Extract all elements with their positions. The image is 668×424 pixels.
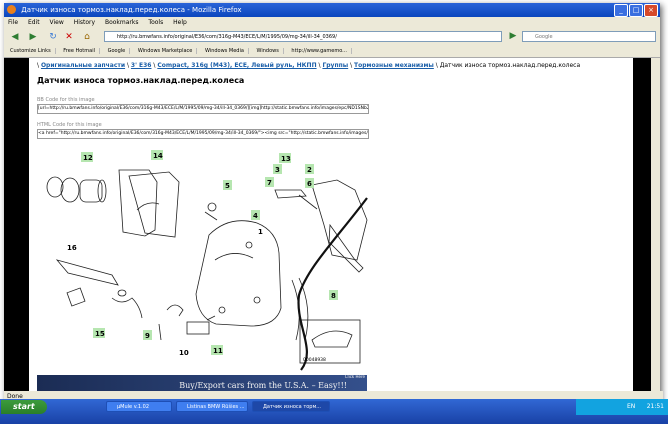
system-tray: EN 21:51	[576, 399, 668, 415]
part-label: 5	[225, 182, 230, 190]
part-label: 14	[153, 152, 163, 160]
part-label: 9	[145, 332, 150, 340]
page-scrollbar[interactable]	[651, 58, 660, 391]
url-input[interactable]: http://ru.bmwfans.info/original/E36/com/…	[104, 31, 502, 42]
breadcrumb-link[interactable]: Группы	[322, 62, 348, 69]
bookmark-item[interactable]: Windows Marketplace	[137, 48, 198, 54]
menu-help[interactable]: Help	[173, 19, 187, 26]
clock: 21:51	[646, 403, 664, 410]
window-title: Датчик износа тормоз.наклад.перед.колеса…	[21, 6, 242, 14]
bookmarks-toolbar: Customize Links Free Hotmail Google Wind…	[4, 46, 660, 58]
breadcrumb: \ Оригинальные запчасти \ 3' E36 \ Compa…	[37, 62, 581, 69]
part-label: 16	[67, 244, 77, 252]
bookmark-item[interactable]: Windows Media	[204, 48, 249, 54]
breadcrumb-link[interactable]: Тормозные механизмы	[354, 62, 434, 69]
reload-icon[interactable]: ↻	[46, 30, 60, 44]
html-code-field[interactable]: <a href="http://ru.bmwfans.info/original…	[37, 129, 369, 139]
part-label: 6	[307, 180, 312, 188]
html-code-label: HTML Code for this image	[37, 122, 102, 128]
bookmark-item[interactable]: Windows	[256, 48, 284, 54]
forward-icon[interactable]: ▶	[26, 30, 40, 44]
bookmark-item[interactable]: Free Hotmail	[63, 48, 100, 54]
part-label: 7	[267, 179, 272, 187]
home-icon[interactable]: ⌂	[80, 30, 94, 44]
menu-bookmarks[interactable]: Bookmarks	[105, 19, 139, 26]
task-firefox[interactable]: Датчик износа торм...	[252, 401, 330, 412]
go-icon[interactable]: ▶	[506, 29, 520, 43]
breadcrumb-link[interactable]: Compact, 316g (M43), ECE, Левый руль, НК…	[157, 62, 316, 69]
browser-window: Датчик износа тормоз.наклад.перед.колеса…	[4, 3, 663, 413]
task-listinas[interactable]: Listinas BMW Rūšies ...	[176, 401, 248, 412]
bookmark-item[interactable]: Google	[107, 48, 131, 54]
breadcrumb-link[interactable]: Оригинальные запчасти	[41, 62, 125, 69]
part-label: 4	[253, 212, 258, 220]
page-viewport: \ Оригинальные запчасти \ 3' E36 \ Compa…	[4, 58, 660, 391]
bookmark-item[interactable]: Customize Links	[10, 48, 56, 54]
search-input[interactable]: Google	[522, 31, 656, 42]
ad-banner[interactable]: Click Here Buy/Export cars from the U.S.…	[37, 374, 367, 391]
banner-text: Buy/Export cars from the U.S.A. – Easy!!…	[179, 381, 347, 390]
part-label: 13	[281, 155, 291, 163]
start-button[interactable]: start	[1, 400, 47, 414]
menu-file[interactable]: File	[8, 19, 18, 26]
part-label: 1	[258, 228, 263, 236]
bb-code-field[interactable]: [url=http://ru.bmwfans.info/original/E36…	[37, 104, 369, 114]
parts-diagram: 12 14 16 1 13 7 2 3 5 4 6 15 9 10 11 8 0…	[46, 150, 368, 371]
web-page: \ Оригинальные запчасти \ 3' E36 \ Compa…	[29, 58, 633, 391]
banner-click-here: Click Here	[344, 374, 365, 379]
part-label: 12	[83, 154, 93, 162]
menu-history[interactable]: History	[74, 19, 95, 26]
maximize-button[interactable]: □	[629, 4, 643, 17]
bb-code-label: BB Code for this image	[37, 97, 95, 103]
close-button[interactable]: ×	[644, 4, 658, 17]
part-label: 8	[331, 292, 336, 300]
menu-tools[interactable]: Tools	[148, 19, 163, 26]
firefox-icon	[7, 5, 16, 14]
part-label: 15	[95, 330, 105, 338]
part-label: 10	[179, 349, 189, 357]
menu-view[interactable]: View	[50, 19, 64, 26]
part-label: 2	[307, 166, 312, 174]
task-emule[interactable]: µMule v.1.02	[106, 401, 172, 412]
menu-edit[interactable]: Edit	[28, 19, 40, 26]
part-label: 3	[275, 166, 280, 174]
breadcrumb-current: Датчик износа тормоз.наклад.перед.колеса	[439, 62, 581, 69]
back-icon[interactable]: ◀	[8, 30, 22, 44]
breadcrumb-link[interactable]: 3' E36	[131, 62, 152, 69]
navigation-toolbar: ◀ ▶ ↻ ✕ ⌂ http://ru.bmwfans.info/origina…	[4, 28, 660, 46]
minimize-button[interactable]: _	[614, 4, 628, 17]
stop-icon[interactable]: ✕	[62, 30, 76, 44]
language-indicator[interactable]: EN	[627, 403, 635, 410]
diagram-code: 00048938	[303, 357, 326, 363]
title-bar: Датчик износа тормоз.наклад.перед.колеса…	[4, 3, 660, 17]
bookmark-item[interactable]: http://www.gamemo...	[291, 48, 352, 54]
menu-bar: File Edit View History Bookmarks Tools H…	[4, 17, 660, 28]
taskbar: start µMule v.1.02 Listinas BMW Rūšies .…	[0, 399, 668, 424]
part-label: 11	[213, 347, 223, 355]
page-title: Датчик износа тормоз.наклад.перед.колеса	[37, 76, 245, 85]
